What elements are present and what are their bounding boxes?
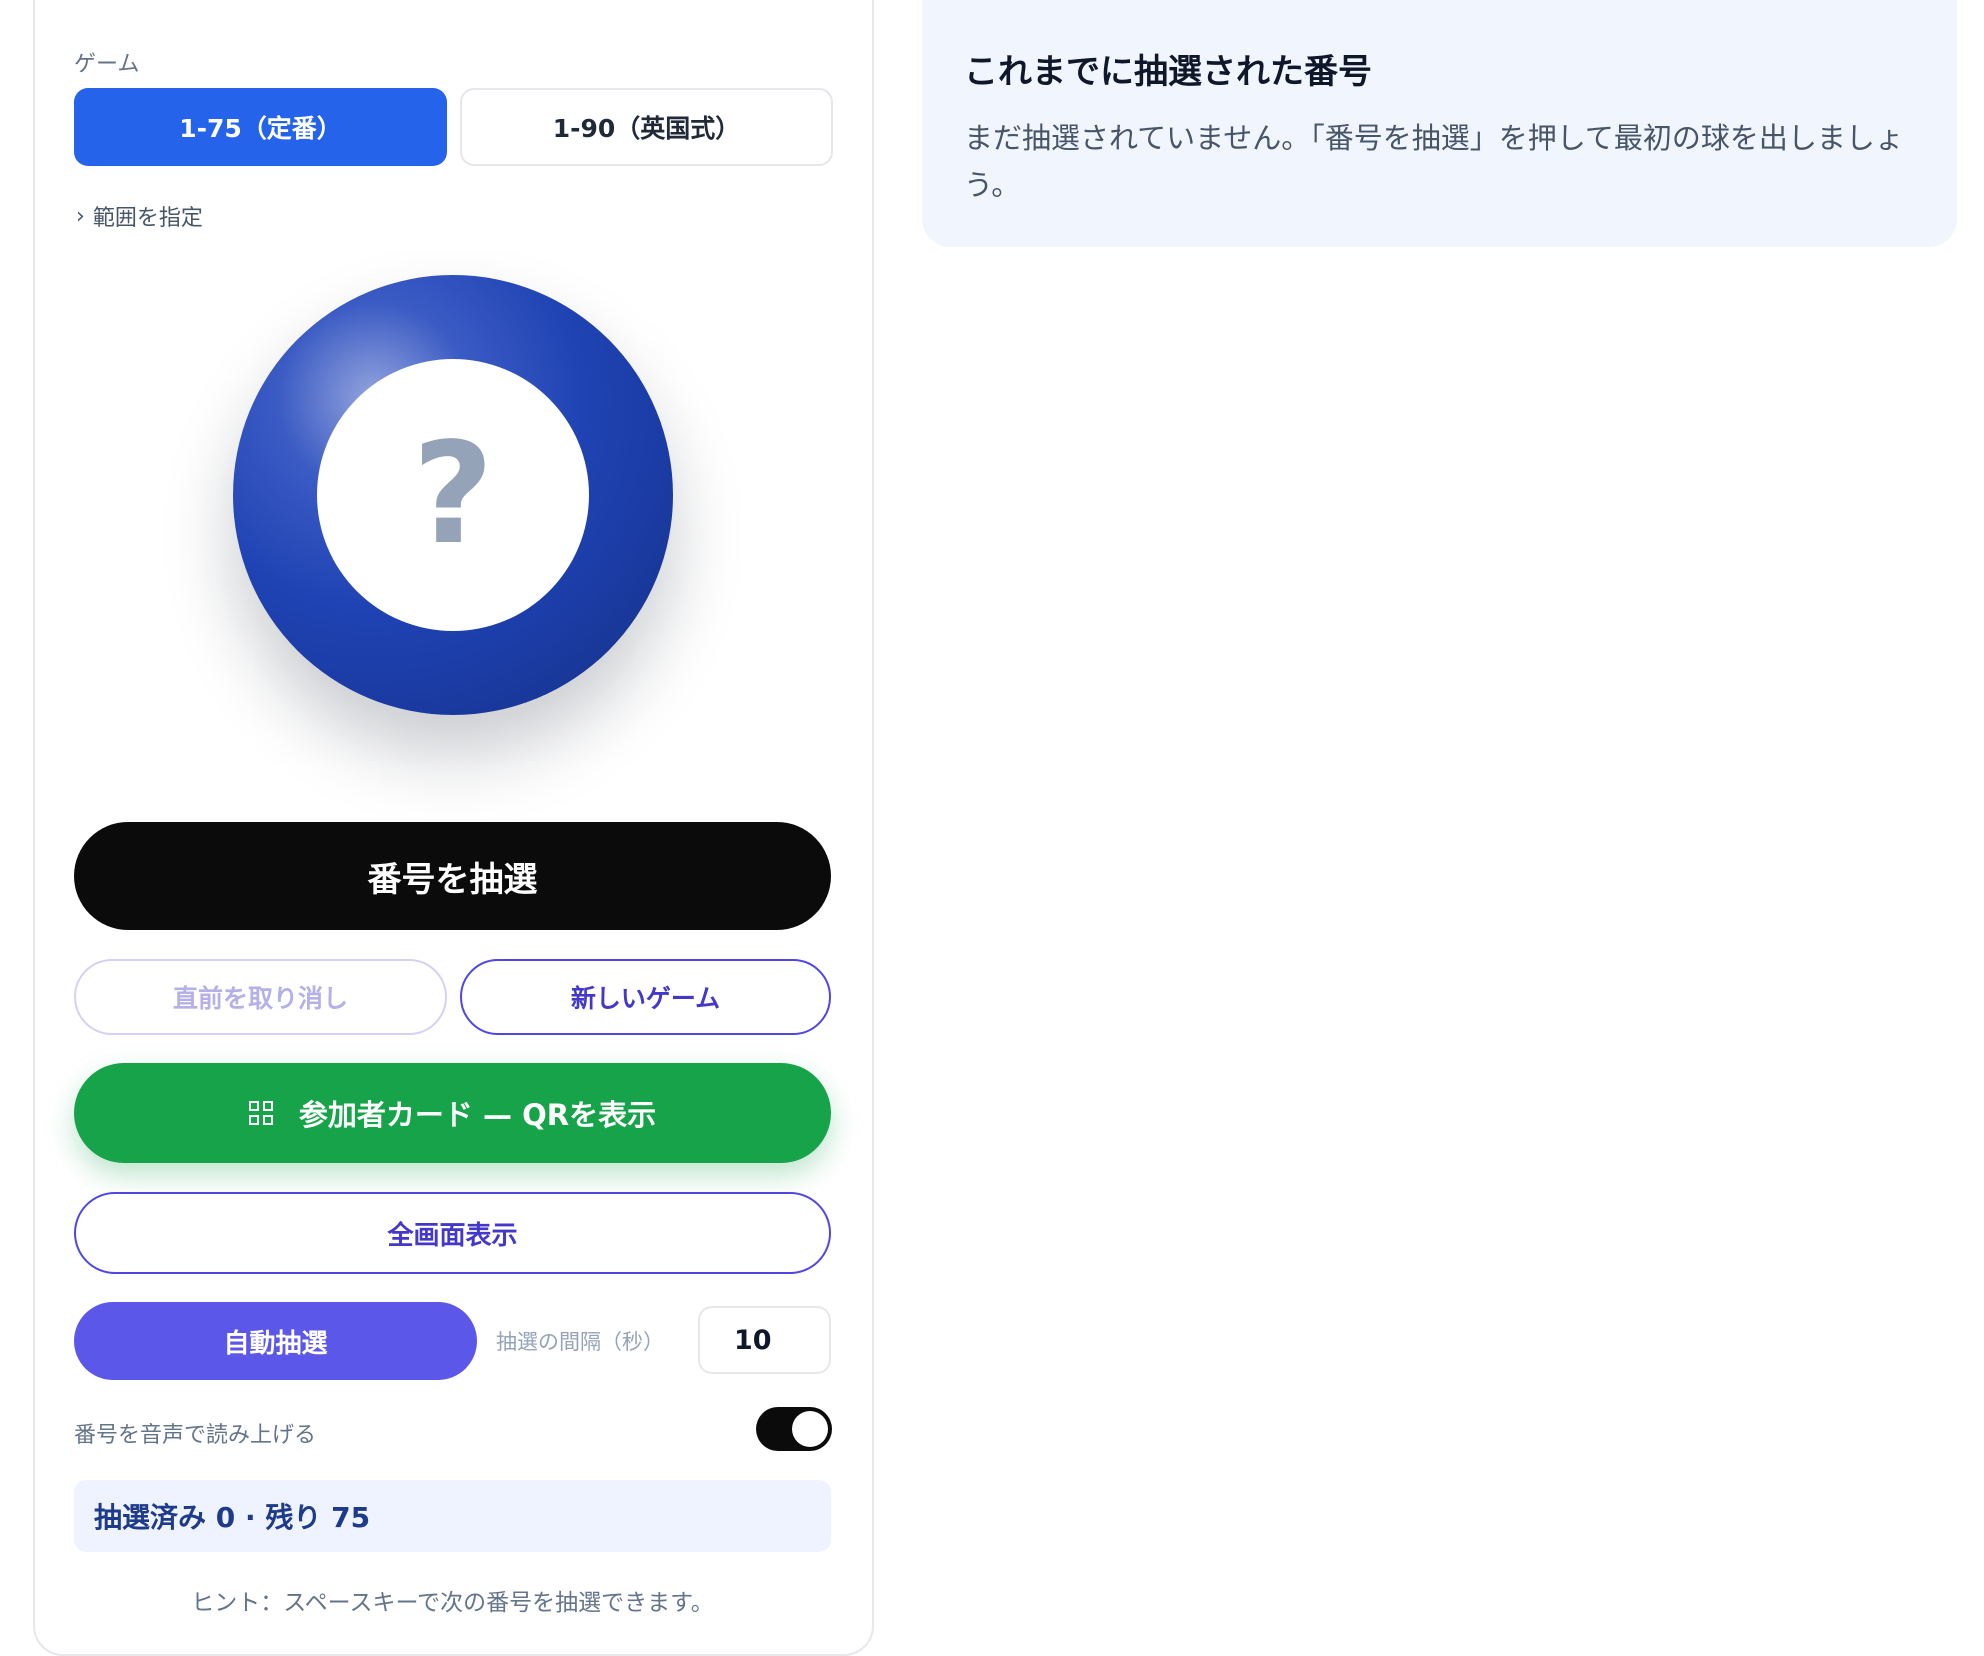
auto-draw-button[interactable]: 自動抽選 <box>74 1302 477 1380</box>
game-option-75[interactable]: 1-75（定番） <box>74 88 447 166</box>
ball-number: ? <box>412 413 494 576</box>
game-option-90[interactable]: 1-90（英国式） <box>460 88 833 166</box>
toggle-knob <box>792 1411 828 1447</box>
new-game-button[interactable]: 新しいゲーム <box>460 959 831 1035</box>
voice-toggle[interactable] <box>756 1407 832 1451</box>
history-empty-message: まだ抽選されていません。「番号を抽選」を押して最初の球を出しましょう。 <box>964 121 1904 202</box>
qr-card-button[interactable]: 参加者カード — QRを表示 <box>74 1063 831 1163</box>
interval-input[interactable] <box>698 1306 831 1374</box>
range-toggle[interactable]: › 範囲を指定 <box>76 200 203 232</box>
voice-label: 番号を音声で読み上げる <box>74 1423 317 1448</box>
qr-card-label: 参加者カード — QRを表示 <box>298 1098 657 1132</box>
draw-status: 抽選済み 0 · 残り 75 <box>74 1480 831 1552</box>
hint-text: ヒント：スペースキーで次の番号を抽選できます。 <box>191 1590 714 1616</box>
undo-button[interactable]: 直前を取り消し <box>74 959 447 1035</box>
chevron-right-icon: › <box>76 203 85 229</box>
ball-face: ? <box>317 359 589 631</box>
qr-code-icon <box>248 1101 273 1125</box>
range-toggle-label: 範囲を指定 <box>92 206 203 231</box>
draw-number-button[interactable]: 番号を抽選 <box>74 822 831 930</box>
history-title: これまでに抽選された番号 <box>964 52 1372 92</box>
fullscreen-button[interactable]: 全画面表示 <box>74 1192 831 1274</box>
history-card: これまでに抽選された番号 まだ抽選されていません。「番号を抽選」を押して最初の球… <box>922 0 1957 247</box>
interval-label: 抽選の間隔（秒） <box>496 1330 664 1354</box>
game-label: ゲーム <box>74 52 140 77</box>
